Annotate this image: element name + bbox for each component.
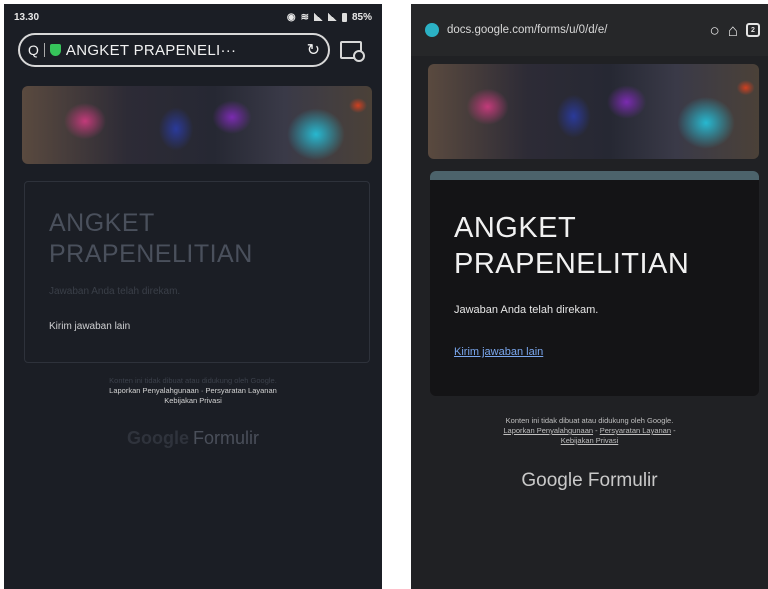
browser-toolbar: docs.google.com/forms/u/0/d/e/ ○ ⌂ 2 xyxy=(411,4,768,56)
privacy-link[interactable]: Kebijakan Privasi xyxy=(561,436,619,445)
status-bar: 13.30 ◉ ≋ 85% xyxy=(4,4,382,30)
tabs-icon[interactable] xyxy=(340,41,365,62)
reload-icon[interactable]: ↻ xyxy=(307,40,320,60)
footer: Konten ini tidak dibuat atau didukung ol… xyxy=(4,376,382,449)
disclaimer: Konten ini tidak dibuat atau didukung ol… xyxy=(109,376,277,385)
terms-link[interactable]: Persyaratan Layanan xyxy=(206,386,277,395)
form-title: ANGKET PRAPENELITIAN xyxy=(454,212,690,280)
submit-another-link[interactable]: Kirim jawaban lain xyxy=(49,321,130,332)
footer-links: Laporkan Penyalahgunaan - Persyaratan La… xyxy=(503,426,676,445)
url-field[interactable]: docs.google.com/forms/u/0/d/e/ xyxy=(447,24,701,36)
footer: Konten ini tidak dibuat atau didukung ol… xyxy=(411,416,768,492)
battery-icon xyxy=(341,12,347,22)
divider xyxy=(43,43,45,57)
submit-another-link[interactable]: Kirim jawaban lain xyxy=(454,346,543,358)
shield-icon xyxy=(49,44,61,56)
signal-icon xyxy=(313,13,323,21)
form-header-image xyxy=(428,64,759,159)
status-time: 13.30 xyxy=(14,11,40,23)
page-title[interactable]: ANGKET PRAPENELI··· xyxy=(66,42,302,59)
address-bar[interactable]: Q ANGKET PRAPENELI··· ↻ xyxy=(18,33,330,67)
report-abuse-link[interactable]: Laporkan Penyalahgunaan xyxy=(503,426,593,435)
form-header-image xyxy=(22,86,372,164)
report-abuse-link[interactable]: Laporkan Penyalahgunaan xyxy=(109,386,199,395)
left-screenshot: 13.30 ◉ ≋ 85% Q ANGKET PRAPENELI··· ↻ AN… xyxy=(4,4,382,589)
site-info-icon[interactable] xyxy=(425,23,439,37)
footer-links: Laporkan Penyalahgunaan · Persyaratan La… xyxy=(109,386,277,405)
eye-icon: ◉ xyxy=(286,11,296,23)
circle-icon[interactable]: ○ xyxy=(709,22,719,39)
right-screenshot: docs.google.com/forms/u/0/d/e/ ○ ⌂ 2 ANG… xyxy=(411,4,768,589)
privacy-link[interactable]: Kebijakan Privasi xyxy=(164,396,222,405)
google-forms-logo: Google Formulir xyxy=(521,470,658,491)
home-icon[interactable]: ⌂ xyxy=(728,22,738,39)
form-title: ANGKET PRAPENELITIAN xyxy=(49,209,253,268)
disclaimer: Konten ini tidak dibuat atau didukung ol… xyxy=(505,416,674,425)
wifi-icon: ≋ xyxy=(300,11,309,23)
confirmation-card: ANGKET PRAPENELITIAN Jawaban Anda telah … xyxy=(24,181,370,363)
signal-icon-2 xyxy=(327,13,337,21)
battery-percent: 85% xyxy=(351,11,372,23)
confirmation-message: Jawaban Anda telah direkam. xyxy=(454,304,599,316)
google-forms-logo: Google Formulir xyxy=(127,428,259,448)
confirmation-card: ANGKET PRAPENELITIAN Jawaban Anda telah … xyxy=(430,180,759,396)
tab-switcher-button[interactable]: 2 xyxy=(746,23,760,37)
search-icon[interactable]: Q xyxy=(28,42,39,58)
address-bar-row: Q ANGKET PRAPENELI··· ↻ xyxy=(4,30,382,70)
confirmation-message: Jawaban Anda telah direkam. xyxy=(49,286,181,297)
terms-link[interactable]: Persyaratan Layanan xyxy=(600,426,671,435)
